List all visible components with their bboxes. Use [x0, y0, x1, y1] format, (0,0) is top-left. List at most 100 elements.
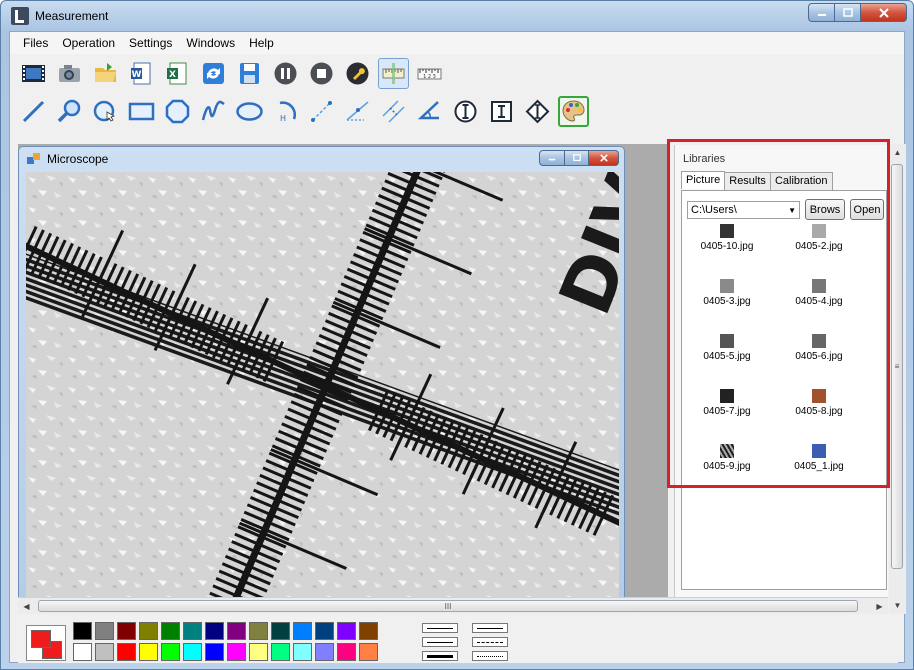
horizontal-scrollbar[interactable]: ◀ III ▶ [18, 597, 888, 614]
thumbnail-item[interactable]: 0405-6.jpg [774, 334, 864, 374]
color-swatch[interactable] [293, 622, 312, 640]
stop-button[interactable] [306, 58, 337, 89]
thumbnail-item[interactable]: 0405-2.jpg [774, 224, 864, 264]
line-style-thin[interactable] [422, 623, 458, 633]
color-swatch[interactable] [359, 622, 378, 640]
minimize-button[interactable] [808, 3, 835, 22]
ruler-horizontal-button[interactable]: 1 2 3 [414, 58, 445, 89]
maximize-button[interactable] [835, 3, 861, 22]
microscope-window[interactable]: Microscope DIV [18, 146, 625, 597]
color-swatch[interactable] [205, 643, 224, 661]
ellipse-tool-button[interactable] [234, 96, 265, 127]
angle-line-tool-button[interactable] [342, 96, 373, 127]
color-swatch[interactable] [117, 622, 136, 640]
refresh-button[interactable] [198, 58, 229, 89]
export-excel-button[interactable]: X [162, 58, 193, 89]
color-swatch[interactable] [73, 622, 92, 640]
color-swatch[interactable] [161, 622, 180, 640]
thumbnail-item[interactable]: 0405-5.jpg [682, 334, 772, 374]
title-bar[interactable]: Measurement [1, 1, 913, 31]
save-button[interactable] [234, 58, 265, 89]
zoom-tool-button[interactable] [54, 96, 85, 127]
color-swatch[interactable] [139, 622, 158, 640]
thumbnail-item[interactable]: 0405-3.jpg [682, 279, 772, 319]
line-style-medium[interactable] [422, 637, 458, 647]
microscope-close-button[interactable] [589, 150, 619, 166]
export-word-button[interactable]: W [126, 58, 157, 89]
line-style-dotted[interactable] [472, 651, 508, 661]
diamond-tool-button[interactable] [522, 96, 553, 127]
scroll-up-icon[interactable]: ▲ [889, 144, 906, 161]
circle-select-button[interactable] [90, 96, 121, 127]
current-color-indicator[interactable] [26, 625, 66, 661]
settings-button[interactable] [342, 58, 373, 89]
tab-results[interactable]: Results [724, 172, 771, 190]
color-swatch[interactable] [227, 622, 246, 640]
pause-button[interactable] [270, 58, 301, 89]
color-swatch[interactable] [183, 643, 202, 661]
menu-operation[interactable]: Operation [55, 36, 122, 50]
rectangle-tool-button[interactable] [126, 96, 157, 127]
color-swatch[interactable] [95, 622, 114, 640]
color-swatch[interactable] [337, 622, 356, 640]
polygon-tool-button[interactable] [162, 96, 193, 127]
vertical-scrollbar[interactable]: ▲ ≡ ▼ [889, 144, 906, 614]
path-dropdown[interactable]: C:\Users\ ▼ [687, 201, 800, 219]
microscope-minimize-button[interactable] [539, 150, 565, 166]
thumbnail-item[interactable]: 0405-9.jpg [682, 444, 772, 484]
menu-help[interactable]: Help [242, 36, 281, 50]
thumbnail-item[interactable]: 0405-7.jpg [682, 389, 772, 429]
line-style-solid[interactable] [472, 623, 508, 633]
tab-calibration[interactable]: Calibration [769, 172, 833, 190]
close-button[interactable] [861, 3, 907, 22]
color-swatch[interactable] [205, 622, 224, 640]
vertical-scroll-thumb[interactable]: ≡ [891, 164, 903, 569]
color-swatch[interactable] [315, 622, 334, 640]
line-style-thick[interactable] [422, 651, 458, 661]
color-swatch[interactable] [183, 622, 202, 640]
browse-button[interactable]: Brows [805, 199, 845, 220]
thumbnail-item[interactable]: 0405-8.jpg [774, 389, 864, 429]
color-swatch[interactable] [249, 622, 268, 640]
color-swatch[interactable] [315, 643, 334, 661]
line-tool-button[interactable] [18, 96, 49, 127]
snapshot-button[interactable] [54, 58, 85, 89]
menu-windows[interactable]: Windows [179, 36, 242, 50]
video-button[interactable] [18, 58, 49, 89]
color-swatch[interactable] [271, 643, 290, 661]
palette-button[interactable] [558, 96, 589, 127]
arc-tool-button[interactable]: H [270, 96, 301, 127]
color-swatch[interactable] [227, 643, 246, 661]
color-swatch[interactable] [73, 643, 92, 661]
color-swatch[interactable] [117, 643, 136, 661]
color-swatch[interactable] [293, 643, 312, 661]
thumbnail-item[interactable]: 0405_1.jpg [774, 444, 864, 484]
open-button[interactable]: Open [850, 199, 884, 220]
color-swatch[interactable] [95, 643, 114, 661]
menu-files[interactable]: Files [16, 36, 55, 50]
microscope-title-bar[interactable]: Microscope [19, 147, 624, 171]
height-tool-button[interactable] [486, 96, 517, 127]
color-swatch[interactable] [139, 643, 158, 661]
menu-settings[interactable]: Settings [122, 36, 179, 50]
freehand-tool-button[interactable] [198, 96, 229, 127]
microscope-maximize-button[interactable] [565, 150, 589, 166]
scroll-right-icon[interactable]: ▶ [871, 598, 888, 615]
tab-picture[interactable]: Picture [681, 171, 726, 189]
diameter-tool-button[interactable] [450, 96, 481, 127]
horizontal-scroll-thumb[interactable]: III [38, 600, 858, 612]
color-swatch[interactable] [271, 622, 290, 640]
color-swatch[interactable] [249, 643, 268, 661]
distance-tool-button[interactable] [306, 96, 337, 127]
open-button[interactable] [90, 58, 121, 89]
angle-tool-button[interactable] [414, 96, 445, 127]
ruler-vertical-button[interactable] [378, 58, 409, 89]
color-swatch[interactable] [161, 643, 180, 661]
microscope-image[interactable]: DIV [26, 172, 619, 597]
color-swatch[interactable] [337, 643, 356, 661]
line-style-dashed[interactable] [472, 637, 508, 647]
scroll-down-icon[interactable]: ▼ [889, 597, 906, 614]
parallel-tool-button[interactable] [378, 96, 409, 127]
scroll-left-icon[interactable]: ◀ [18, 598, 35, 615]
thumbnail-item[interactable]: 0405-10.jpg [682, 224, 772, 264]
